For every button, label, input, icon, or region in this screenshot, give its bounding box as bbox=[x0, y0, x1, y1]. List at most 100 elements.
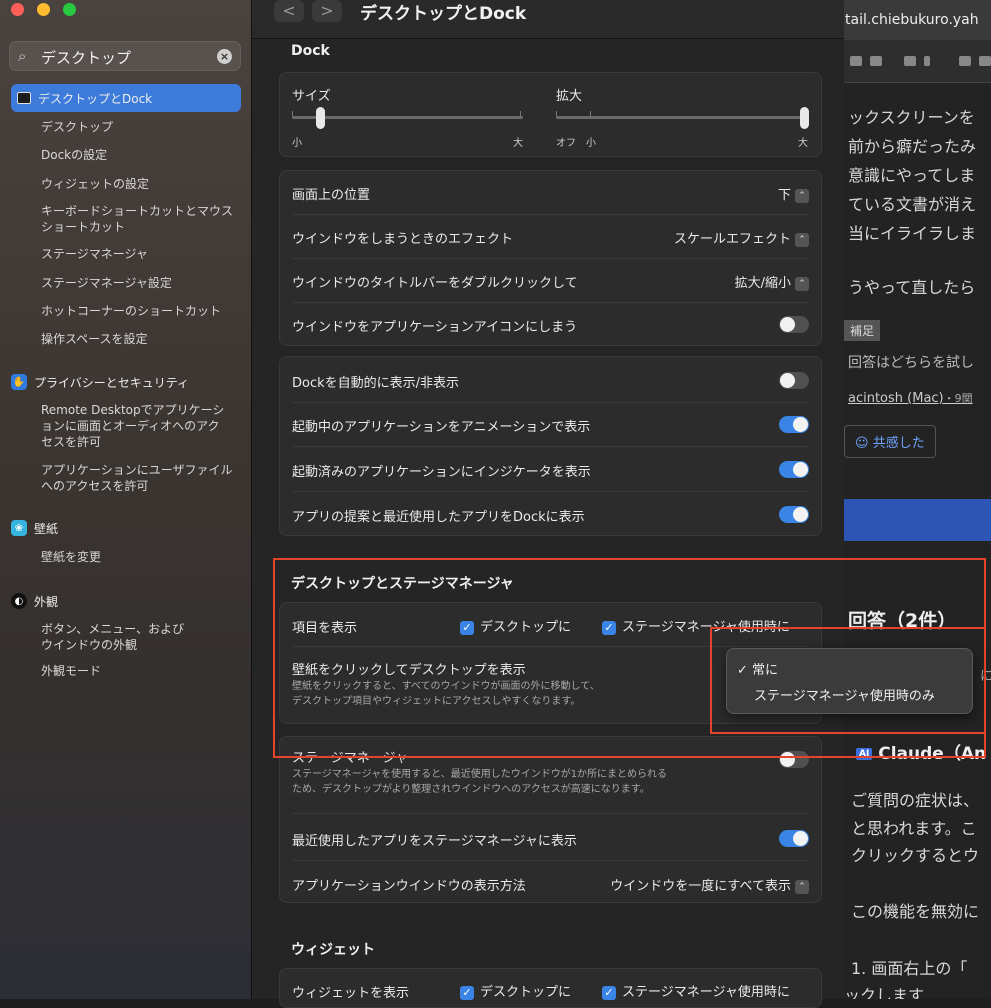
bookmark-icon[interactable] bbox=[959, 56, 971, 66]
sidebar-item-appearance[interactable]: ◐ 外観 bbox=[11, 587, 58, 615]
size-slider-track[interactable] bbox=[292, 116, 523, 119]
appearance-icon: ◐ bbox=[11, 593, 27, 609]
bookmark-icon[interactable] bbox=[904, 56, 916, 66]
menu-item-label: 常に bbox=[752, 663, 779, 678]
minimize-window-button[interactable] bbox=[37, 3, 50, 16]
recent-apps-label: アプリの提案と最近使用したアプリをDockに表示 bbox=[292, 510, 585, 525]
divider bbox=[292, 402, 809, 403]
recent-apps-toggle[interactable] bbox=[779, 506, 809, 523]
bookmark-icon[interactable] bbox=[850, 56, 862, 66]
sidebar-subitem[interactable]: アプリケーションにユーザファイルへのアクセスを許可 bbox=[41, 462, 241, 494]
address-bar[interactable]: tail.chiebukuro.yah bbox=[844, 0, 991, 40]
answer-text: この機能を無効に bbox=[851, 902, 980, 921]
answer-text: クリックするとウ bbox=[851, 846, 980, 865]
dock-options-card: 画面上の位置 下 ⌃ ウインドウをしまうときのエフェクト スケールエフェクト ⌃ ウ… bbox=[279, 170, 822, 346]
wallpaper-icon: ❀ bbox=[11, 520, 27, 536]
divider bbox=[292, 860, 809, 861]
slider-tick bbox=[520, 111, 521, 117]
settings-pane: < > デスクトップとDock Dock サイズ 拡大 小 大 オフ 小 大 画… bbox=[251, 0, 845, 1008]
sidebar-subitem[interactable]: ウィジェットの設定 bbox=[41, 176, 241, 192]
stage-manager-description: ため、デスクトップがより整理されウインドウへのアクセスが高速になります。 bbox=[292, 784, 650, 795]
blue-banner bbox=[844, 499, 991, 541]
sidebar-item-desktop-dock[interactable]: デスクトップとDock bbox=[11, 84, 241, 112]
search-field[interactable]: ⌕ デスクトップ × bbox=[9, 41, 241, 71]
slider-tick bbox=[590, 111, 591, 117]
zoom-window-button[interactable] bbox=[63, 3, 76, 16]
widgets-in-stage-checkbox[interactable]: ✓ ステージマネージャ使用時に bbox=[602, 981, 809, 1000]
stage-recent-toggle[interactable] bbox=[779, 830, 809, 847]
supplement-tag: 補足 bbox=[844, 320, 881, 341]
slider-max-label: 大 bbox=[798, 138, 808, 149]
double-click-popup[interactable]: 拡大/縮小 ⌃ bbox=[735, 272, 809, 291]
magnification-slider-knob[interactable] bbox=[800, 107, 809, 129]
sidebar-subitem[interactable]: キーボードショートカットとマウスショートカット bbox=[41, 203, 239, 235]
sidebar-item-label: 壁紙 bbox=[34, 521, 59, 536]
answer-text: ご質問の症状は、 bbox=[851, 791, 980, 810]
divider bbox=[292, 302, 809, 303]
category-link[interactable]: acintosh (Mac)・9関 bbox=[848, 390, 973, 406]
divider bbox=[292, 258, 809, 259]
dock-size-card: サイズ 拡大 小 大 オフ 小 大 bbox=[279, 72, 822, 157]
sidebar-subitem[interactable]: デスクトップ bbox=[41, 119, 241, 135]
menu-item-stage-only[interactable]: ステージマネージャ使用時のみ bbox=[754, 685, 935, 704]
sidebar-item-label: デスクトップとDock bbox=[38, 91, 153, 106]
question-text: 前から癖だったみ bbox=[848, 137, 977, 156]
question-text: 意識にやってしま bbox=[848, 166, 976, 185]
stage-recent-label: 最近使用したアプリをステージマネージャに表示 bbox=[292, 834, 577, 849]
indicator-label: 起動済みのアプリケーションにインジケータを表示 bbox=[292, 465, 591, 480]
popup-stepper-icon: ⌃ bbox=[795, 232, 809, 247]
apple-icon[interactable] bbox=[924, 56, 930, 66]
sidebar-subitem[interactable]: 操作スペースを設定 bbox=[41, 331, 241, 347]
stage-manager-card: ステージマネージャ ステージマネージャを使用すると、最近使用したウインドウが1か… bbox=[279, 736, 822, 903]
menu-item-always[interactable]: ✓ 常に bbox=[737, 659, 778, 678]
sidebar-item-label: 外観 bbox=[34, 594, 59, 609]
position-popup[interactable]: 下 ⌃ bbox=[778, 184, 809, 203]
indicator-toggle[interactable] bbox=[779, 461, 809, 478]
minimize-to-icon-label: ウインドウをアプリケーションアイコンにしまう bbox=[292, 320, 578, 335]
search-icon: ⌕ bbox=[18, 47, 27, 65]
sidebar-subitem[interactable]: ホットコーナーのショートカット bbox=[41, 303, 241, 319]
slider-min-label: 小 bbox=[586, 138, 596, 149]
minimize-effect-value: スケールエフェクト bbox=[673, 232, 791, 247]
minimize-to-icon-toggle[interactable] bbox=[779, 316, 809, 333]
size-slider-knob[interactable] bbox=[315, 107, 325, 129]
category-meta: ・9関 bbox=[943, 392, 973, 405]
back-button[interactable]: < bbox=[274, 0, 304, 22]
sidebar-subitem[interactable]: 壁紙を変更 bbox=[41, 549, 241, 565]
sidebar-subitem[interactable]: ボタン、メニュー、およびウインドウの外観 bbox=[41, 621, 191, 653]
sidebar-subitem[interactable]: Dockの設定 bbox=[41, 147, 241, 163]
sidebar-item-wallpaper[interactable]: ❀ 壁紙 bbox=[11, 514, 58, 542]
slider-max-label: 大 bbox=[513, 138, 523, 149]
sidebar-subitem[interactable]: Remote Desktopでアプリケーションに画面とオーディオへのアクセスを許… bbox=[41, 402, 231, 450]
autohide-toggle[interactable] bbox=[779, 372, 809, 389]
sidebar-subitem[interactable]: 外観モード bbox=[41, 663, 241, 679]
section-title: Dock bbox=[291, 43, 330, 59]
question-text: ックスクリーンを bbox=[848, 108, 975, 127]
forward-button[interactable]: > bbox=[312, 0, 342, 22]
popup-stepper-icon: ⌃ bbox=[795, 879, 809, 894]
checkbox-checked-icon: ✓ bbox=[602, 985, 616, 1000]
divider bbox=[292, 446, 809, 447]
minimize-effect-popup[interactable]: スケールエフェクト ⌃ bbox=[674, 228, 809, 247]
sidebar-subitem[interactable]: ステージマネージャ設定 bbox=[41, 275, 241, 291]
animate-toggle[interactable] bbox=[779, 416, 809, 433]
clear-search-icon[interactable]: × bbox=[217, 49, 232, 64]
app-windows-popup[interactable]: ウインドウを一度にすべて表示 ⌃ bbox=[610, 875, 809, 894]
sidebar-item-privacy[interactable]: ✋ プライバシーとセキュリティ bbox=[11, 368, 189, 396]
close-window-button[interactable] bbox=[11, 3, 24, 16]
question-text: ている文書が消え bbox=[848, 195, 977, 214]
menu-item-label: ステージマネージャ使用時のみ bbox=[754, 689, 935, 704]
divider bbox=[292, 214, 809, 215]
supplement-text: 回答はどちらを試し bbox=[848, 355, 974, 371]
empathy-button[interactable]: ☺ 共感した bbox=[844, 425, 936, 458]
sidebar-subitem[interactable]: ステージマネージャ bbox=[41, 246, 241, 262]
sidebar: ⌕ デスクトップ × デスクトップとDock デスクトップ Dockの設定 ウィ… bbox=[0, 0, 251, 999]
magnification-slider-track[interactable] bbox=[556, 116, 807, 119]
slider-min-label: 小 bbox=[292, 138, 302, 149]
double-click-value: 拡大/縮小 bbox=[734, 276, 791, 291]
hand-icon: ✋ bbox=[11, 374, 27, 390]
search-input[interactable]: デスクトップ bbox=[41, 47, 228, 68]
bookmark-icon[interactable] bbox=[870, 56, 882, 66]
slider-tick bbox=[292, 111, 293, 117]
bookmark-icon[interactable] bbox=[979, 56, 991, 66]
